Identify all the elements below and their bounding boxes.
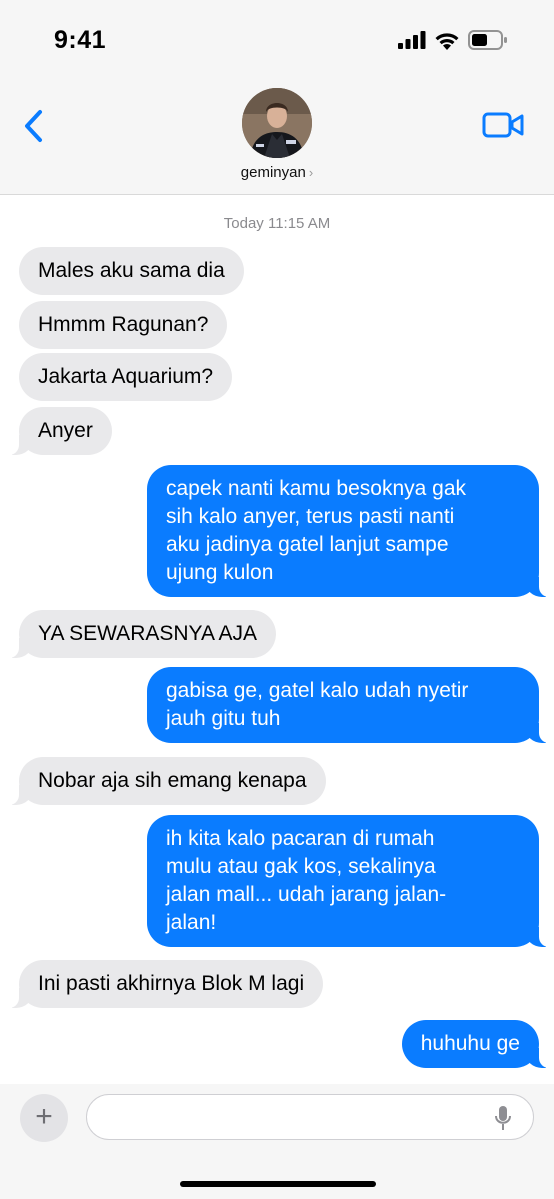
message-line: capek nanti kamu besoknya gak (166, 477, 467, 500)
wifi-icon (435, 32, 459, 50)
message-text: huhuhu ge (420, 1032, 520, 1055)
message-text: Hmmm Ragunan? (38, 313, 209, 336)
status-time: 9:41 (54, 26, 107, 54)
signal-icon (398, 31, 426, 49)
message-outgoing[interactable]: huhuhu ge (401, 1020, 550, 1068)
message-outgoing[interactable]: ih kita kalo pacaran di rumah mulu atau … (147, 815, 549, 947)
video-camera-icon[interactable] (482, 110, 524, 140)
message-incoming[interactable]: Nobar aja sih emang kenapa (9, 757, 326, 805)
avatar[interactable] (242, 88, 312, 158)
message-text: Jakarta Aquarium? (38, 365, 214, 388)
message-text: YA SEWARASNYA AJA (38, 622, 258, 645)
plus-icon[interactable]: + (20, 1094, 68, 1142)
message-line: jauh gitu tuh (166, 707, 281, 730)
avatar-photo (242, 88, 312, 158)
message-outgoing[interactable]: gabisa ge, gatel kalo udah nyetir jauh g… (147, 667, 549, 743)
message-incoming[interactable]: Hmmm Ragunan? (19, 301, 228, 349)
battery-icon (468, 30, 507, 50)
message-line: jalan! (166, 911, 217, 934)
message-text: Anyer (38, 419, 93, 442)
contact-name-label: geminyan (240, 164, 306, 181)
message-incoming[interactable]: Anyer (9, 407, 112, 455)
message-text: Nobar aja sih emang kenapa (38, 769, 307, 792)
message-input[interactable] (86, 1094, 534, 1140)
message-line: ujung kulon (166, 561, 274, 584)
message-line: aku jadinya gatel lanjut sampe (166, 533, 449, 556)
message-line: ih kita kalo pacaran di rumah (166, 827, 435, 850)
message-incoming[interactable]: Jakarta Aquarium? (19, 353, 233, 401)
home-indicator[interactable] (180, 1181, 376, 1187)
message-incoming[interactable]: Ini pasti akhirnya Blok M lagi (8, 960, 324, 1008)
conversation-header: geminyan › (0, 86, 554, 195)
message-outgoing[interactable]: capek nanti kamu besoknya gak sih kalo a… (147, 465, 549, 597)
chevron-right-icon: › (308, 165, 314, 180)
message-line: jalan mall... udah jarang jalan- (166, 883, 447, 906)
status-bar: 9:41 (0, 0, 554, 86)
status-icons (398, 30, 508, 50)
message-text: Ini pasti akhirnya Blok M lagi (38, 972, 305, 995)
message-line: sih kalo anyer, terus pasti nanti (166, 505, 455, 528)
conversation-timestamp: Today 11:15 AM (223, 215, 331, 232)
message-line: gabisa ge, gatel kalo udah nyetir (166, 679, 469, 702)
microphone-icon[interactable] (495, 1106, 511, 1130)
message-text: Males aku sama dia (38, 259, 225, 282)
message-incoming[interactable]: Males aku sama dia (19, 247, 244, 295)
back-chevron-icon[interactable] (20, 108, 48, 144)
contact-name[interactable]: geminyan › (0, 164, 554, 181)
message-incoming[interactable]: YA SEWARASNYA AJA (8, 610, 277, 658)
message-line: mulu atau gak kos, sekalinya (166, 855, 436, 878)
